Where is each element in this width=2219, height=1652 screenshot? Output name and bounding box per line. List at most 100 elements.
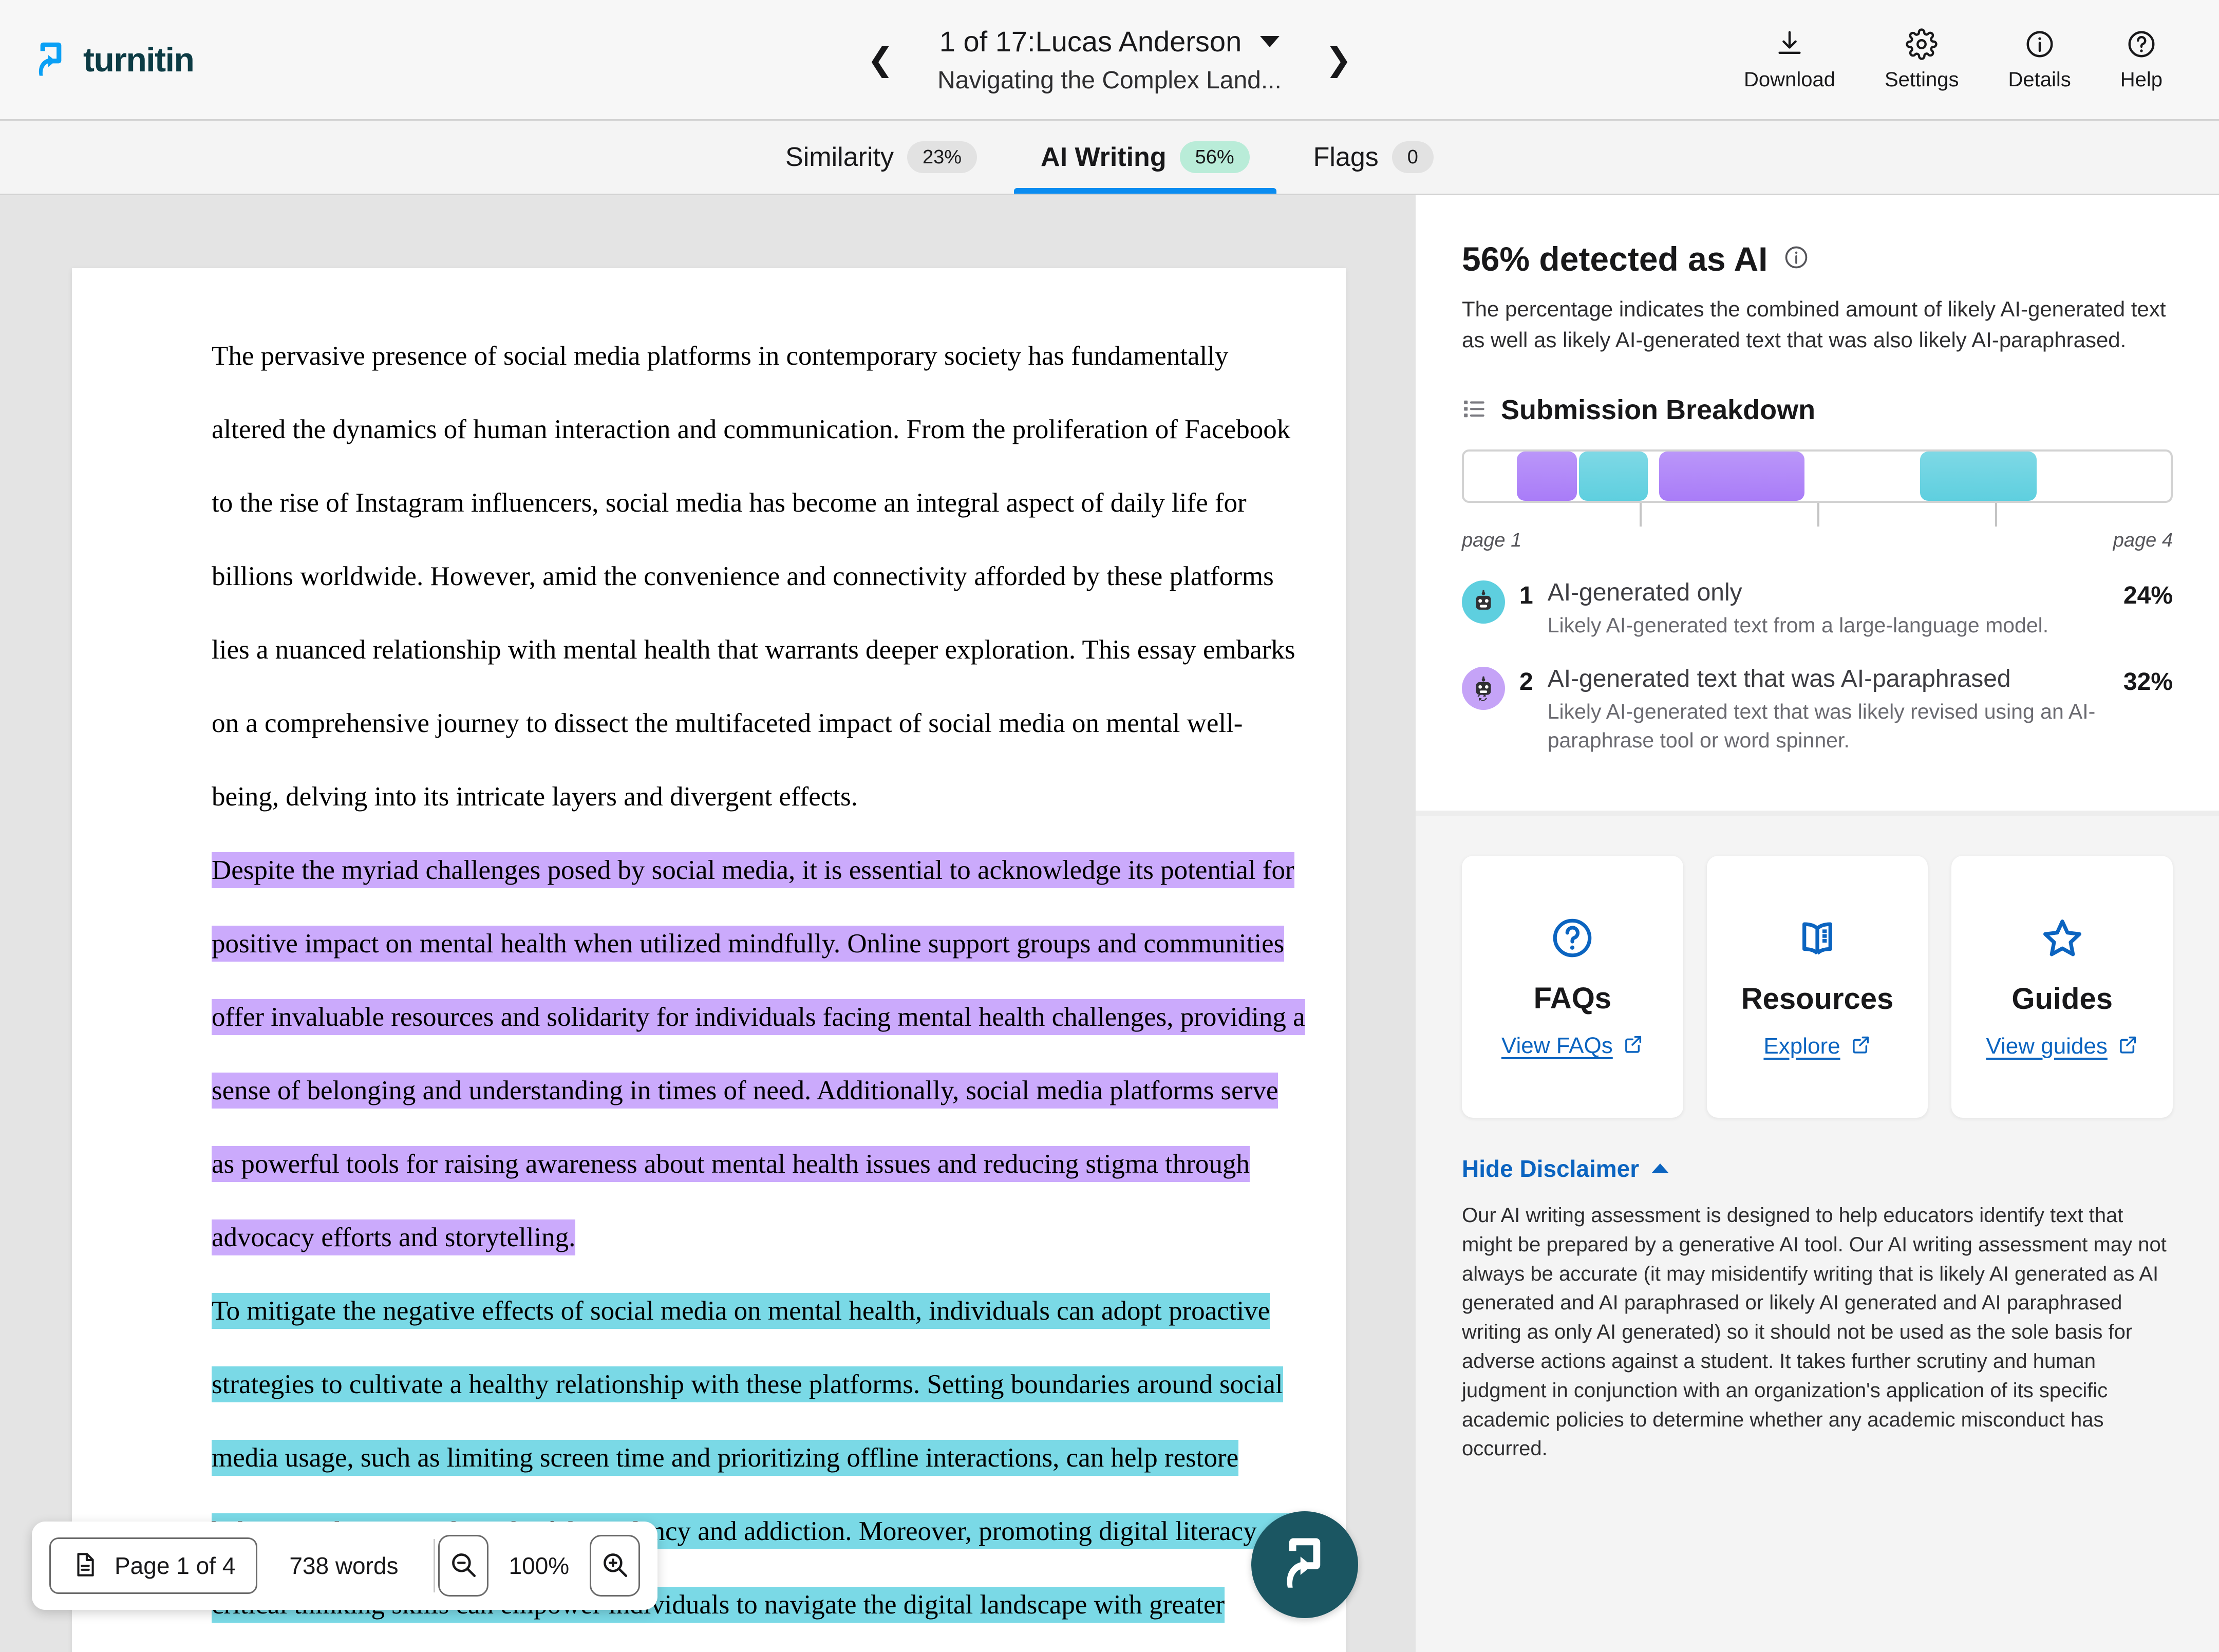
help-button[interactable]: Help [2120, 28, 2162, 91]
legend-item-ai-generated-only[interactable]: 1 AI-generated only Likely AI-generated … [1462, 578, 2173, 640]
ai-panel-resources: FAQs View FAQs [1416, 816, 2219, 1652]
tab-ai-writing-badge: 56% [1180, 141, 1250, 173]
external-link-icon [1850, 1034, 1871, 1058]
highlight-cyan[interactable]: media usage, such as limiting screen tim… [212, 1440, 1238, 1476]
document-line: The pervasive presence of social media p… [212, 320, 1274, 393]
document-text: The pervasive presence of social media p… [72, 268, 1346, 1642]
breakdown-segment[interactable] [1920, 452, 2037, 501]
document-line: as powerful tools for raising awareness … [212, 1128, 1274, 1201]
report-body: The pervasive presence of social media p… [0, 195, 2219, 1652]
highlight-purple[interactable]: offer invaluable resources and solidarit… [212, 999, 1305, 1035]
highlight-cyan[interactable]: To mitigate the negative effects of soci… [212, 1293, 1270, 1329]
card-resources-link-text: Explore [1763, 1034, 1840, 1059]
external-link-icon [2117, 1034, 2138, 1058]
top-bar: turnitin ❮ 1 of 17:Lucas Anderson Naviga… [0, 0, 2219, 119]
highlight-purple[interactable]: advocacy efforts and storytelling. [212, 1219, 575, 1255]
card-guides-link[interactable]: View guides [1986, 1034, 2138, 1059]
zoom-in-button[interactable] [590, 1535, 640, 1597]
tab-flags[interactable]: Flags 0 [1282, 121, 1465, 194]
hide-disclaimer-label: Hide Disclaimer [1462, 1155, 1639, 1182]
card-faqs-link[interactable]: View FAQs [1501, 1033, 1644, 1059]
card-resources-title: Resources [1741, 982, 1894, 1016]
download-button[interactable]: Download [1744, 28, 1835, 91]
breakdown-legend: 1 AI-generated only Likely AI-generated … [1462, 578, 2173, 755]
disclaimer-text: Our AI writing assessment is designed to… [1462, 1201, 2173, 1463]
tab-ai-writing[interactable]: AI Writing 56% [1009, 121, 1282, 194]
details-button[interactable]: Details [2008, 28, 2071, 91]
prev-submission-button[interactable]: ❮ [864, 43, 897, 76]
document-line: advocacy efforts and storytelling. [212, 1201, 1274, 1274]
resource-cards: FAQs View FAQs [1462, 856, 2173, 1118]
legend-percent: 24% [2123, 581, 2173, 610]
breakdown-tick [1817, 503, 1819, 527]
document-line: lies a nuanced relationship with mental … [212, 613, 1274, 687]
hide-disclaimer-button[interactable]: Hide Disclaimer [1462, 1155, 2173, 1182]
highlight-purple[interactable]: as powerful tools for raising awareness … [212, 1146, 1250, 1182]
robot-refresh-icon [1462, 667, 1505, 710]
document-viewer[interactable]: The pervasive presence of social media p… [0, 195, 1416, 1652]
turnitin-assistant-button[interactable] [1251, 1511, 1358, 1618]
tab-similarity-badge: 23% [907, 141, 977, 173]
card-guides-title: Guides [2011, 982, 2113, 1016]
document-line: being, delving into its intricate layers… [212, 760, 1274, 834]
tab-flags-badge: 0 [1392, 141, 1434, 173]
legend-percent: 32% [2123, 668, 2173, 696]
tab-similarity[interactable]: Similarity 23% [754, 121, 1009, 194]
document-page-icon [71, 1551, 99, 1581]
toolbar-divider [434, 1539, 435, 1592]
external-link-icon [1622, 1034, 1644, 1058]
card-faqs-title: FAQs [1534, 981, 1612, 1016]
download-icon [1774, 28, 1806, 60]
submission-subtitle: Navigating the Complex Land... [937, 66, 1282, 95]
zoom-out-button[interactable] [438, 1535, 488, 1597]
question-circle-icon [1549, 915, 1595, 964]
page-selector-button[interactable]: Page 1 of 4 [49, 1537, 257, 1594]
document-line: Despite the myriad challenges posed by s… [212, 834, 1274, 907]
highlight-purple[interactable]: Despite the myriad challenges posed by s… [212, 852, 1294, 888]
submission-breakdown-chart: page 1 page 4 [1462, 449, 2173, 552]
star-icon [2039, 914, 2086, 964]
gear-icon [1906, 28, 1938, 60]
header-tools: Download Settings Details [1744, 28, 2219, 91]
breakdown-bar-track[interactable] [1462, 449, 2173, 503]
breakdown-page-labels: page 1 page 4 [1462, 530, 2173, 552]
highlight-purple[interactable]: positive impact on mental health when ut… [212, 926, 1284, 962]
highlight-purple[interactable]: sense of belonging and understanding in … [212, 1073, 1278, 1109]
submission-breakdown-title: Submission Breakdown [1501, 394, 1815, 426]
info-circle-icon[interactable] [1783, 239, 1810, 278]
page-label: Page 1 of 4 [115, 1552, 235, 1580]
highlight-cyan[interactable]: strategies to cultivate a healthy relati… [212, 1366, 1283, 1402]
turnitin-mark-icon [1276, 1534, 1333, 1596]
document-line: on a comprehensive journey to dissect th… [212, 687, 1274, 760]
card-faqs-link-text: View FAQs [1501, 1033, 1613, 1059]
info-circle-icon [2024, 28, 2056, 60]
card-guides[interactable]: Guides View guides [1951, 856, 2173, 1118]
legend-item-ai-paraphrased[interactable]: 2 AI-generated text that was AI-paraphra… [1462, 665, 2173, 755]
report-tabs: Similarity 23% AI Writing 56% Flags 0 [0, 119, 2219, 195]
legend-title: AI-generated only [1548, 579, 1742, 606]
breakdown-segment[interactable] [1579, 452, 1647, 501]
zoom-in-icon [600, 1550, 630, 1582]
legend-subtitle: Likely AI-generated text that was likely… [1548, 697, 2109, 755]
breakdown-tick [1640, 503, 1642, 527]
settings-label: Settings [1885, 68, 1959, 91]
breakdown-start-label: page 1 [1462, 530, 1521, 552]
next-submission-button[interactable]: ❯ [1322, 43, 1355, 76]
panel-divider [1416, 811, 2219, 816]
card-resources-link[interactable]: Explore [1763, 1034, 1871, 1059]
breakdown-segment[interactable] [1517, 452, 1577, 501]
card-resources[interactable]: Resources Explore [1707, 856, 1928, 1118]
download-label: Download [1744, 68, 1835, 91]
card-faqs[interactable]: FAQs View FAQs [1462, 856, 1683, 1118]
document-line: media usage, such as limiting screen tim… [212, 1421, 1274, 1495]
turnitin-logo[interactable]: turnitin [0, 40, 194, 80]
chevron-down-icon[interactable] [1260, 36, 1280, 47]
zoom-out-icon [448, 1550, 478, 1582]
breakdown-segment[interactable] [1659, 452, 1804, 501]
legend-title: AI-generated text that was AI-paraphrase… [1548, 665, 2011, 692]
settings-button[interactable]: Settings [1885, 28, 1959, 91]
submission-breakdown-header: Submission Breakdown [1462, 394, 2173, 426]
active-tab-indicator [1014, 188, 1276, 194]
question-circle-icon [2126, 28, 2157, 60]
turnitin-wordmark: turnitin [83, 40, 194, 79]
